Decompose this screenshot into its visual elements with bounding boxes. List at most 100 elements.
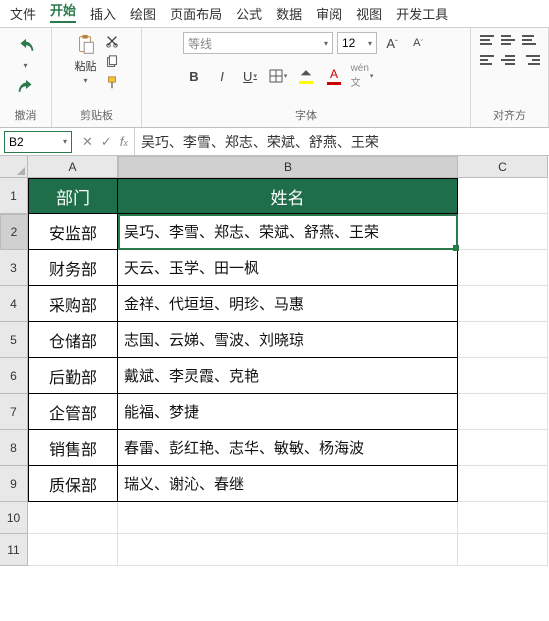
cell[interactable] [28, 534, 118, 566]
cell[interactable]: 志国、云娣、雪波、刘晓琼 [118, 322, 458, 358]
cell[interactable]: 企管部 [28, 394, 118, 430]
group-label-font: 字体 [295, 105, 317, 125]
cell[interactable]: 质保部 [28, 466, 118, 502]
cell[interactable]: 仓储部 [28, 322, 118, 358]
cell[interactable] [458, 430, 548, 466]
cell[interactable] [458, 394, 548, 430]
cell[interactable] [458, 286, 548, 322]
cell[interactable] [28, 502, 118, 534]
cell[interactable] [458, 322, 548, 358]
underline-button[interactable]: U▾ [239, 66, 261, 86]
row-headers: 1234567891011 [0, 178, 28, 566]
font-size-select[interactable]: 12▾ [337, 32, 377, 54]
group-clipboard: 粘贴 ▾ 剪贴板 [52, 28, 142, 127]
cell[interactable]: 能福、梦捷 [118, 394, 458, 430]
cell[interactable]: 金祥、代垣垣、明珍、马惠 [118, 286, 458, 322]
undo-button[interactable]: ▾ [13, 35, 39, 72]
row-header[interactable]: 10 [0, 502, 28, 534]
cell[interactable]: 瑞义、谢沁、春继 [118, 466, 458, 502]
row-header[interactable]: 8 [0, 430, 28, 466]
tab-2[interactable]: 插入 [88, 0, 118, 27]
cell[interactable]: 采购部 [28, 286, 118, 322]
group-undo: ▾ 撤消 [0, 28, 52, 127]
group-alignment: 对齐方 [471, 28, 549, 127]
row-header[interactable]: 1 [0, 178, 28, 214]
cell[interactable] [458, 178, 548, 214]
cell[interactable]: 部门 [28, 178, 118, 214]
row-header[interactable]: 3 [0, 250, 28, 286]
cell[interactable] [458, 466, 548, 502]
cell[interactable] [118, 502, 458, 534]
row-header[interactable]: 2 [0, 214, 28, 250]
spreadsheet: ABC 1234567891011 部门姓名安监部吴巧、李雪、郑志、荣斌、舒燕、… [0, 156, 549, 566]
cell[interactable]: 财务部 [28, 250, 118, 286]
decrease-font-button[interactable]: Aˇ [407, 33, 429, 53]
fx-button[interactable]: fx [120, 134, 128, 150]
phonetic-button[interactable]: wén文▾ [351, 66, 373, 86]
cell[interactable]: 戴斌、李灵霞、克艳 [118, 358, 458, 394]
row-header[interactable]: 11 [0, 534, 28, 566]
column-header[interactable]: B [118, 156, 458, 178]
align-top-button[interactable] [480, 32, 498, 48]
tab-1[interactable]: 开始 [48, 0, 78, 27]
redo-button[interactable] [13, 76, 39, 102]
row-header[interactable]: 5 [0, 322, 28, 358]
cell[interactable]: 吴巧、李雪、郑志、荣斌、舒燕、王荣 [118, 214, 458, 250]
font-name-select[interactable]: 等线▾ [183, 32, 333, 54]
font-color-button[interactable]: A [323, 66, 345, 86]
align-left-button[interactable] [480, 52, 498, 68]
italic-button[interactable]: I [211, 66, 233, 86]
cell[interactable]: 销售部 [28, 430, 118, 466]
align-middle-button[interactable] [501, 32, 519, 48]
cell[interactable] [458, 214, 548, 250]
tab-4[interactable]: 页面布局 [168, 0, 224, 27]
tab-6[interactable]: 数据 [274, 0, 304, 27]
undo-dropdown-caret[interactable]: ▾ [23, 61, 27, 70]
group-label-clipboard: 剪贴板 [80, 105, 113, 125]
cell[interactable]: 安监部 [28, 214, 118, 250]
cancel-formula-button[interactable]: ✕ [82, 134, 93, 150]
copy-button[interactable] [103, 53, 121, 71]
cell[interactable] [458, 534, 548, 566]
row-header[interactable]: 6 [0, 358, 28, 394]
row-header[interactable]: 9 [0, 466, 28, 502]
row-header[interactable]: 4 [0, 286, 28, 322]
ribbon: ▾ 撤消 粘贴 ▾ 剪贴板 等线 [0, 28, 549, 128]
align-center-button[interactable] [501, 52, 519, 68]
formula-input[interactable]: 吴巧、李雪、郑志、荣斌、舒燕、王荣 [134, 128, 549, 155]
format-painter-button[interactable] [103, 74, 121, 92]
row-header[interactable]: 7 [0, 394, 28, 430]
fill-color-button[interactable] [295, 66, 317, 86]
cell[interactable] [458, 502, 548, 534]
column-header[interactable]: C [458, 156, 548, 178]
column-headers: ABC [28, 156, 548, 178]
column-header[interactable]: A [28, 156, 118, 178]
align-right-button[interactable] [522, 52, 540, 68]
name-box[interactable]: B2▾ [4, 131, 72, 153]
cell-grid[interactable]: 部门姓名安监部吴巧、李雪、郑志、荣斌、舒燕、王荣财务部天云、玉学、田一枫采购部金… [28, 178, 548, 566]
group-label-align: 对齐方 [493, 105, 526, 125]
ribbon-tabs: 文件开始插入绘图页面布局公式数据审阅视图开发工具 [0, 0, 549, 28]
select-all-corner[interactable] [0, 156, 28, 178]
paste-button[interactable]: 粘贴 ▾ [73, 32, 99, 87]
confirm-formula-button[interactable]: ✓ [101, 134, 112, 150]
tab-3[interactable]: 绘图 [128, 0, 158, 27]
bold-button[interactable]: B [183, 66, 205, 86]
cell[interactable] [118, 534, 458, 566]
cell[interactable]: 姓名 [118, 178, 458, 214]
cell[interactable]: 天云、玉学、田一枫 [118, 250, 458, 286]
tab-5[interactable]: 公式 [234, 0, 264, 27]
cell[interactable] [458, 250, 548, 286]
cell[interactable]: 后勤部 [28, 358, 118, 394]
align-bottom-button[interactable] [522, 32, 540, 48]
tab-8[interactable]: 视图 [354, 0, 384, 27]
cut-button[interactable] [103, 32, 121, 50]
tab-9[interactable]: 开发工具 [394, 0, 450, 27]
group-label-undo: 撤消 [15, 105, 37, 125]
borders-button[interactable]: ▾ [267, 66, 289, 86]
cell[interactable]: 春雷、彭红艳、志华、敏敏、杨海波 [118, 430, 458, 466]
tab-0[interactable]: 文件 [8, 0, 38, 27]
tab-7[interactable]: 审阅 [314, 0, 344, 27]
cell[interactable] [458, 358, 548, 394]
increase-font-button[interactable]: Aˆ [381, 33, 403, 53]
